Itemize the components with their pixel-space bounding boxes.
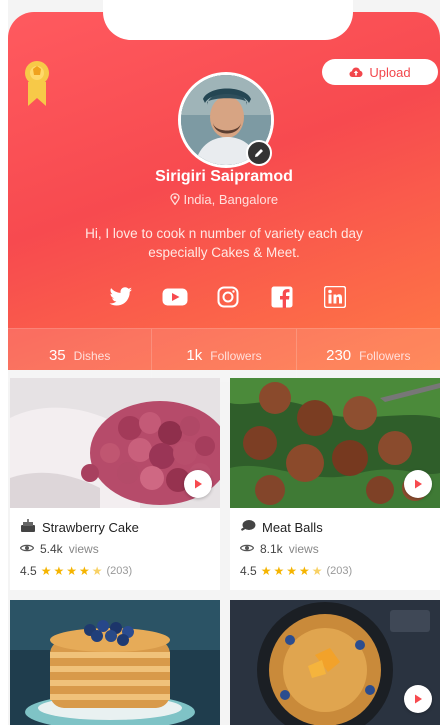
star-icon: ★	[273, 564, 285, 578]
star-icon: ★	[66, 564, 77, 578]
profile-stats: 35 Dishes 1k Followers 230 Followers	[8, 328, 440, 382]
dish-photo	[230, 600, 440, 725]
upload-button[interactable]: Upload	[322, 59, 438, 85]
views-label: views	[68, 542, 99, 556]
play-icon[interactable]	[404, 470, 432, 498]
stat-label: Followers	[210, 348, 262, 363]
dish-card[interactable]	[10, 600, 220, 725]
star-icon: ★	[286, 564, 297, 578]
dish-views: 5.4k views	[19, 542, 99, 556]
phone-notch	[103, 0, 353, 40]
views-count: 8.1k	[260, 542, 283, 556]
cake-icon	[20, 519, 36, 536]
half-star-icon: ★	[311, 564, 323, 578]
dish-title: Strawberry Cake	[20, 519, 139, 536]
stat-value: 1k	[186, 347, 203, 364]
youtube-icon[interactable]	[162, 285, 188, 309]
views-count: 5.4k	[40, 542, 63, 556]
dish-title-text: Strawberry Cake	[42, 520, 139, 535]
upload-label: Upload	[369, 64, 411, 80]
dish-title-text: Meat Balls	[262, 520, 323, 535]
dish-rating: 4.5 ★ ★ ★ ★ ★ (203)	[240, 564, 352, 578]
location-pin-icon	[170, 192, 184, 207]
dish-photo	[230, 378, 440, 508]
dish-photo	[10, 600, 220, 725]
stat-label: Followers	[359, 348, 411, 363]
review-count: (203)	[106, 565, 133, 577]
play-icon[interactable]	[404, 685, 432, 713]
profile-location: India, Bangalore	[8, 192, 440, 207]
dish-card[interactable]	[230, 600, 440, 725]
app-screen: Upload Sirigiri Saipramod India, Bangalo…	[8, 0, 440, 725]
dish-photo	[10, 378, 220, 508]
twitter-icon[interactable]	[108, 285, 134, 309]
stat-value: 230	[326, 347, 352, 364]
half-star-icon: ★	[91, 564, 103, 578]
play-icon[interactable]	[184, 470, 212, 498]
eye-icon	[239, 542, 255, 556]
star-icon: ★	[260, 564, 272, 578]
meat-icon	[240, 519, 256, 536]
dish-card[interactable]: Meat Balls 8.1k views 4.5 ★ ★ ★ ★ ★ (203…	[230, 378, 440, 590]
edit-pencil-icon[interactable]	[246, 140, 272, 166]
avatar[interactable]	[178, 72, 274, 168]
profile-bio: Hi, I love to cook n number of variety e…	[85, 226, 363, 260]
dish-title: Meat Balls	[240, 519, 323, 536]
dish-views: 8.1k views	[239, 542, 319, 556]
stat-label: Dishes	[73, 348, 111, 363]
facebook-icon[interactable]	[269, 285, 295, 309]
stat-value: 35	[48, 347, 66, 364]
stat-dishes[interactable]: 35 Dishes	[8, 329, 153, 382]
star-icon: ★	[40, 564, 52, 578]
award-badge-icon	[24, 60, 50, 108]
cloud-upload-icon	[349, 66, 363, 78]
social-links	[108, 284, 348, 310]
rating-value: 4.5	[20, 564, 37, 578]
profile-name: Sirigiri Saipramod	[155, 168, 293, 185]
stat-following[interactable]: 230 Followers	[297, 329, 440, 382]
profile-header: Upload Sirigiri Saipramod India, Bangalo…	[8, 12, 440, 382]
rating-stars: ★ ★ ★ ★ ★	[261, 564, 323, 578]
star-icon: ★	[78, 564, 90, 578]
stat-followers[interactable]: 1k Followers	[152, 329, 297, 382]
views-label: views	[288, 542, 319, 556]
review-count: (203)	[326, 565, 353, 577]
dish-rating: 4.5 ★ ★ ★ ★ ★ (203)	[20, 564, 132, 578]
eye-icon	[19, 542, 35, 556]
rating-stars: ★ ★ ★ ★ ★	[41, 564, 103, 578]
star-icon: ★	[53, 564, 65, 578]
rating-value: 4.5	[240, 564, 257, 578]
linkedin-icon[interactable]	[322, 285, 348, 309]
dish-card[interactable]: Strawberry Cake 5.4k views 4.5 ★ ★ ★ ★ ★…	[10, 378, 220, 590]
location-text: India, Bangalore	[183, 192, 279, 207]
instagram-icon[interactable]	[215, 285, 241, 309]
star-icon: ★	[298, 564, 310, 578]
